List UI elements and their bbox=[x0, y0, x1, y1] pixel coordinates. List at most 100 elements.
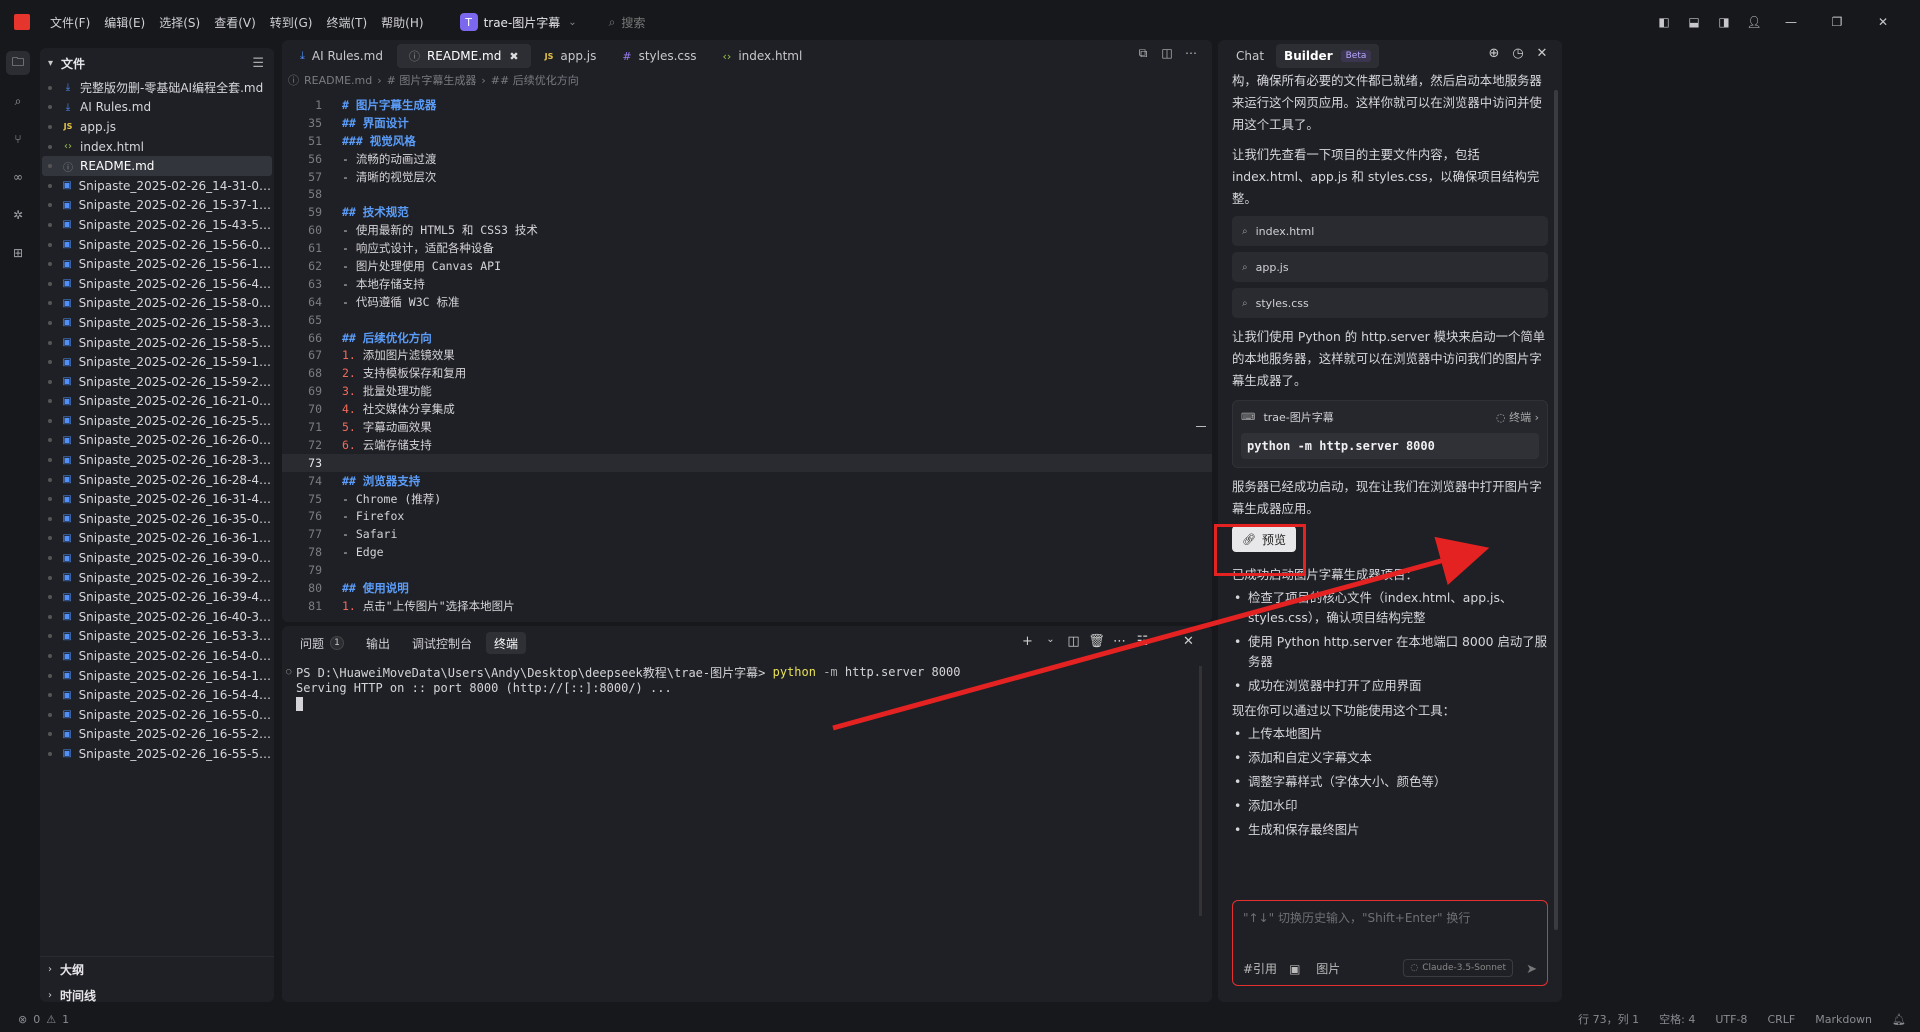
file-item[interactable]: ▣ Snipaste_2025-02-26_16-31-46.png bbox=[40, 489, 274, 509]
code-line[interactable]: 79 bbox=[282, 561, 1212, 579]
code-line[interactable]: 63 - 本地存储支持 bbox=[282, 275, 1212, 293]
file-card-app-js[interactable]: ⌕ app.js bbox=[1232, 252, 1548, 282]
outline-section[interactable]: › 大纲 bbox=[40, 956, 274, 982]
menu-goto[interactable]: 转到(G) bbox=[270, 14, 313, 31]
file-item[interactable]: ▣ Snipaste_2025-02-26_16-55-07.png bbox=[40, 705, 274, 725]
debug-activity[interactable]: ✲ bbox=[0, 196, 36, 234]
tab-builder[interactable]: Builder Beta bbox=[1276, 44, 1380, 68]
file-item[interactable]: ‹› index.html bbox=[40, 137, 274, 157]
code-line[interactable]: 64 - 代码遵循 W3C 标准 bbox=[282, 293, 1212, 311]
open-preview-icon[interactable]: ⧉ bbox=[1132, 46, 1154, 61]
file-item[interactable]: ⤓ 完整版勿删-零基础AI编程全套.md bbox=[40, 78, 274, 98]
code-line[interactable]: 35 ## 界面设计 bbox=[282, 114, 1212, 132]
tab-ai-rules[interactable]: ⤓ AI Rules.md bbox=[288, 44, 395, 68]
file-card-index-html[interactable]: ⌕ index.html bbox=[1232, 216, 1548, 246]
code-line[interactable]: 67 1. 添加图片滤镜效果 bbox=[282, 346, 1212, 364]
terminal-scrollbar[interactable] bbox=[1199, 666, 1202, 916]
new-terminal-icon[interactable]: + bbox=[1016, 634, 1039, 649]
code-line[interactable]: 72 6. 云端存储支持 bbox=[282, 436, 1212, 454]
toggle-sidebar-icon[interactable]: ◧ bbox=[1650, 8, 1678, 36]
code-line[interactable]: 62 - 图片处理使用 Canvas API bbox=[282, 257, 1212, 275]
model-selector[interactable]: ◌ Claude-3.5-Sonnet bbox=[1403, 959, 1513, 977]
file-item[interactable]: ▣ Snipaste_2025-02-26_16-40-36.png bbox=[40, 607, 274, 627]
notifications-icon[interactable]: 🔔︎ bbox=[1892, 1013, 1906, 1026]
file-item[interactable]: ▣ Snipaste_2025-02-26_16-21-03.png bbox=[40, 392, 274, 412]
file-item[interactable]: ▣ Snipaste_2025-02-26_15-56-46.png bbox=[40, 274, 274, 294]
remote-activity[interactable]: ∞ bbox=[0, 158, 36, 196]
explorer-menu-icon[interactable]: ☰ bbox=[252, 56, 264, 71]
close-window-button[interactable]: ✕ bbox=[1860, 8, 1906, 36]
problems-status[interactable]: ⊗ 0 ⚠ 1 bbox=[18, 1013, 75, 1026]
account-icon[interactable]: 👤︎ bbox=[1740, 8, 1768, 36]
project-switcher[interactable]: T trae-图片字幕 ⌄ bbox=[454, 9, 583, 35]
file-item[interactable]: ▣ Snipaste_2025-02-26_16-25-52.png bbox=[40, 411, 274, 431]
search-activity[interactable]: ⌕ bbox=[0, 82, 36, 120]
search-input[interactable]: ⌕ 搜索 bbox=[609, 14, 646, 31]
file-item[interactable]: ▣ Snipaste_2025-02-26_14-31-03.png bbox=[40, 176, 274, 196]
cursor-position[interactable]: 行 73，列 1 bbox=[1578, 1011, 1639, 1027]
code-line[interactable]: 1 # 图片字幕生成器 bbox=[282, 96, 1212, 114]
menu-edit[interactable]: 编辑(E) bbox=[104, 14, 145, 31]
menu-terminal[interactable]: 终端(T) bbox=[326, 14, 367, 31]
file-card-styles-css[interactable]: ⌕ styles.css bbox=[1232, 288, 1548, 318]
close-panel-icon[interactable]: ✕ bbox=[1177, 634, 1200, 649]
chat-scrollbar[interactable] bbox=[1554, 90, 1558, 930]
menu-help[interactable]: 帮助(H) bbox=[381, 14, 423, 31]
code-line[interactable]: 70 4. 社交媒体分享集成 bbox=[282, 400, 1212, 418]
code-line[interactable]: 61 - 响应式设计，适配各种设备 bbox=[282, 239, 1212, 257]
code-line[interactable]: 66 ## 后续优化方向 bbox=[282, 329, 1212, 347]
extensions-activity[interactable]: ⊞ bbox=[0, 234, 36, 272]
breadcrumb-item[interactable]: # 图片字幕生成器 bbox=[387, 72, 477, 88]
new-chat-icon[interactable]: ⊕ bbox=[1482, 46, 1506, 61]
toggle-secondary-sidebar-icon[interactable]: ◨ bbox=[1710, 8, 1738, 36]
code-line[interactable]: 65 bbox=[282, 311, 1212, 329]
file-item[interactable]: ▣ Snipaste_2025-02-26_15-43-50.png bbox=[40, 215, 274, 235]
code-line[interactable]: 59 ## 技术规范 bbox=[282, 203, 1212, 221]
file-item[interactable]: ▣ Snipaste_2025-02-26_16-39-03.png bbox=[40, 548, 274, 568]
explorer-activity[interactable]: 🗀︎ bbox=[0, 44, 36, 82]
code-line[interactable]: 77 - Safari bbox=[282, 525, 1212, 543]
image-button[interactable]: ▣ 图片 bbox=[1289, 960, 1352, 977]
code-line[interactable]: 51 ### 视觉风格 bbox=[282, 132, 1212, 150]
end-of-line[interactable]: CRLF bbox=[1767, 1013, 1795, 1026]
language-mode[interactable]: Markdown bbox=[1815, 1013, 1872, 1026]
code-area[interactable]: 1 # 图片字幕生成器 35 ## 界面设计 51 ### 视觉风格 56 - 流畅的动画过渡… bbox=[282, 96, 1212, 622]
file-item[interactable]: ▣ Snipaste_2025-02-26_16-39-24.png bbox=[40, 568, 274, 588]
tab-problems[interactable]: 问题 1 bbox=[292, 632, 352, 654]
code-line[interactable]: 56 - 流畅的动画过渡 bbox=[282, 150, 1212, 168]
code-line[interactable]: 57 - 清晰的视觉层次 bbox=[282, 168, 1212, 186]
menu-file[interactable]: 文件(F) bbox=[50, 14, 90, 31]
more-icon[interactable]: ⋯ bbox=[1108, 634, 1131, 649]
file-item[interactable]: ▣ Snipaste_2025-02-26_15-37-13.png bbox=[40, 196, 274, 216]
file-item[interactable]: ⤓ AI Rules.md bbox=[40, 98, 274, 118]
code-line[interactable]: 73 bbox=[282, 453, 1212, 472]
file-item[interactable]: ▣ Snipaste_2025-02-26_16-53-32.png bbox=[40, 627, 274, 647]
file-item[interactable]: ▣ Snipaste_2025-02-26_16-36-19.png bbox=[40, 529, 274, 549]
more-icon[interactable]: ⋯ bbox=[1180, 46, 1202, 61]
indentation[interactable]: 空格: 4 bbox=[1659, 1011, 1695, 1027]
tab-readme[interactable]: ⓘ README.md ✖ bbox=[396, 44, 531, 68]
split-editor-icon[interactable]: ◫ bbox=[1156, 46, 1178, 61]
code-line[interactable]: 74 ## 浏览器支持 bbox=[282, 472, 1212, 490]
code-line[interactable]: 75 - Chrome (推荐) bbox=[282, 490, 1212, 508]
file-item[interactable]: JS app.js bbox=[40, 117, 274, 137]
code-line[interactable]: 58 bbox=[282, 185, 1212, 203]
tab-index-html[interactable]: ‹› index.html bbox=[711, 44, 815, 68]
restore-button[interactable]: ❐ bbox=[1814, 8, 1860, 36]
file-item[interactable]: ▣ Snipaste_2025-02-26_16-54-46.png bbox=[40, 685, 274, 705]
file-item[interactable]: ▣ Snipaste_2025-02-26_16-54-14.png bbox=[40, 666, 274, 686]
file-item[interactable]: ▣ Snipaste_2025-02-26_16-39-42.png bbox=[40, 587, 274, 607]
file-item[interactable]: ▣ Snipaste_2025-02-26_16-26-09.png bbox=[40, 431, 274, 451]
breadcrumb-item[interactable]: ## 后续优化方向 bbox=[491, 72, 579, 88]
settings-sliders-icon[interactable]: ☷ bbox=[1131, 634, 1154, 649]
timeline-section[interactable]: › 时间线 bbox=[40, 982, 274, 1003]
file-item[interactable]: ▣ Snipaste_2025-02-26_15-58-35.png bbox=[40, 313, 274, 333]
file-item[interactable]: ▣ Snipaste_2025-02-26_15-59-26.png bbox=[40, 372, 274, 392]
file-item[interactable]: ▣ Snipaste_2025-02-26_15-59-11.png bbox=[40, 352, 274, 372]
tab-debug-console[interactable]: 调试控制台 bbox=[404, 632, 480, 654]
menu-selection[interactable]: 选择(S) bbox=[159, 14, 200, 31]
chat-input[interactable]: "↑↓" 切换历史输入，"Shift+Enter" 换行 #引用 ▣ 图片 ◌ … bbox=[1232, 900, 1548, 986]
trash-icon[interactable]: 🗑︎ bbox=[1085, 634, 1108, 649]
close-icon[interactable]: ✕ bbox=[1530, 46, 1554, 61]
file-item[interactable]: ▣ Snipaste_2025-02-26_16-28-35.png bbox=[40, 450, 274, 470]
